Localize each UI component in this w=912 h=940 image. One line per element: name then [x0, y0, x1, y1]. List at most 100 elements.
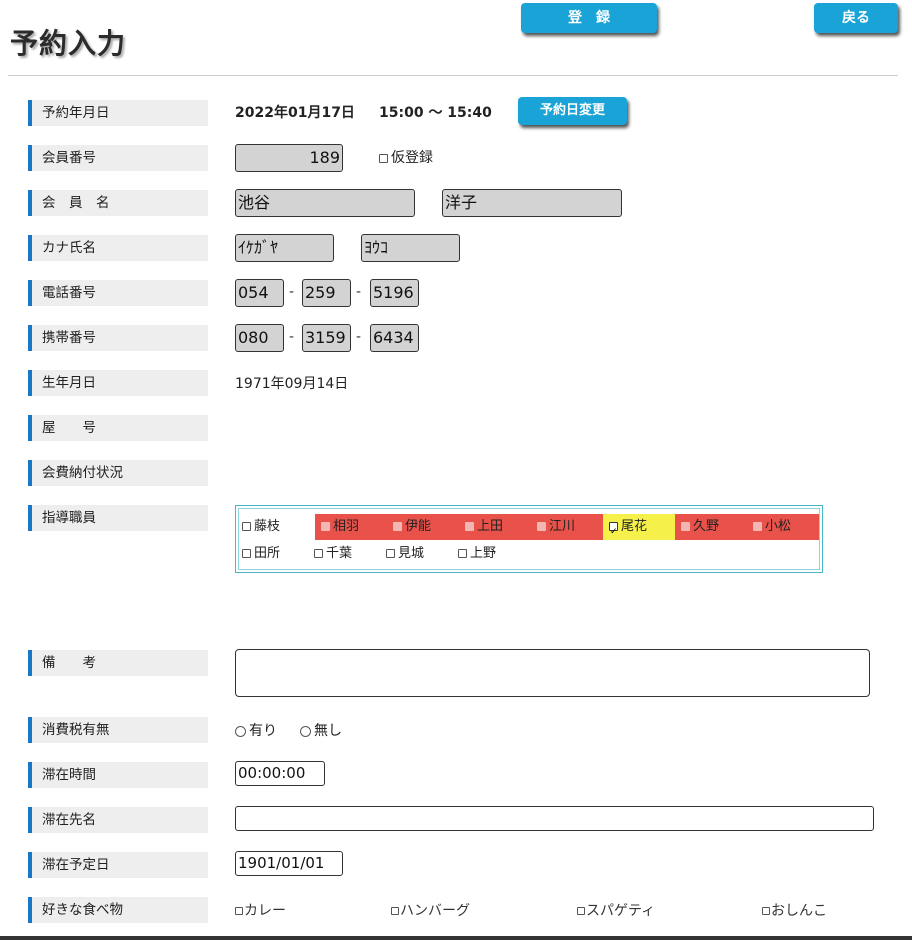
- header-divider: [8, 75, 898, 76]
- stay-place-label: 滞在先名: [28, 807, 208, 833]
- instructor-name: 上野: [470, 546, 497, 561]
- instructor-label: 指導職員: [28, 505, 208, 531]
- first-name-field[interactable]: 洋子: [442, 189, 622, 217]
- page-title: 予約入力: [10, 27, 127, 60]
- stay-place-field[interactable]: [235, 806, 874, 831]
- mobile-middle-field[interactable]: 3159: [302, 324, 351, 352]
- reservation-time: 15:00 〜 15:40: [379, 105, 492, 121]
- mobile-separator: -: [289, 329, 295, 345]
- instructor-name: 尾花: [621, 519, 648, 534]
- mobile-last-field[interactable]: 6434: [370, 324, 419, 352]
- checkbox-icon[interactable]: [393, 522, 402, 531]
- tax-label: 消費税有無: [28, 717, 208, 743]
- instructor-option[interactable]: 千葉: [308, 541, 380, 567]
- kana-last-field[interactable]: ｲｹｶﾞﾔ: [235, 234, 334, 262]
- instructor-name: 見城: [398, 546, 425, 561]
- stay-date-label: 滞在予定日: [28, 852, 208, 878]
- radio-icon[interactable]: [235, 725, 246, 737]
- radio-icon[interactable]: [300, 725, 311, 737]
- checkbox-checked-icon[interactable]: [609, 519, 618, 545]
- tax-no-radio[interactable]: 無し: [300, 720, 342, 740]
- tax-yes-radio[interactable]: 有り: [235, 720, 277, 740]
- instructor-option[interactable]: 藤枝: [236, 514, 315, 540]
- instructor-option[interactable]: 見城: [380, 541, 452, 567]
- tax-yes-label: 有り: [249, 723, 277, 739]
- taskbar-edge: [0, 936, 912, 940]
- checkbox-icon[interactable]: [762, 907, 770, 915]
- instructor-name: 相羽: [333, 519, 360, 534]
- instructor-selector: 藤枝 相羽 伊能 上田 江川 尾花 久野 小松 田所 千葉 見城 上野: [235, 505, 823, 573]
- checkbox-icon[interactable]: [242, 522, 251, 531]
- back-button[interactable]: 戻る: [814, 3, 898, 33]
- favorite-food-label: 好きな食べ物: [28, 897, 208, 923]
- food-option-hamburg[interactable]: ハンバーグ: [391, 900, 470, 920]
- checkbox-icon[interactable]: [235, 907, 243, 915]
- instructor-name: 伊能: [405, 519, 432, 534]
- checkbox-icon[interactable]: [379, 153, 388, 163]
- instructor-option[interactable]: 江川: [531, 514, 603, 540]
- remarks-textarea[interactable]: [235, 649, 870, 697]
- provisional-checkbox[interactable]: 仮登録: [379, 147, 433, 167]
- checkbox-icon[interactable]: [681, 522, 690, 531]
- birthday-value: 1971年09月14日: [235, 376, 349, 392]
- fee-status-label: 会費納付状況: [28, 460, 208, 486]
- kana-name-label: カナ氏名: [28, 235, 208, 261]
- provisional-label: 仮登録: [391, 150, 433, 166]
- checkbox-icon[interactable]: [391, 907, 399, 915]
- instructor-option[interactable]: 小松: [747, 514, 819, 540]
- kana-first-field[interactable]: ﾖｳｺ: [361, 234, 460, 262]
- instructor-name: 小松: [765, 519, 792, 534]
- reservation-date: 2022年01月17日: [235, 105, 355, 121]
- checkbox-icon[interactable]: [242, 549, 251, 558]
- checkbox-icon[interactable]: [458, 549, 467, 558]
- reservation-date-label: 予約年月日: [28, 100, 208, 126]
- instructor-option[interactable]: 久野: [675, 514, 747, 540]
- phone-last-field[interactable]: 5196: [370, 279, 419, 307]
- checkbox-icon[interactable]: [321, 522, 330, 531]
- checkbox-icon[interactable]: [577, 907, 585, 915]
- instructor-name: 江川: [549, 519, 576, 534]
- stay-time-field[interactable]: 00:00:00: [235, 761, 325, 786]
- change-date-button[interactable]: 予約日変更: [518, 97, 627, 125]
- food-label: おしんこ: [771, 903, 827, 919]
- food-option-oshinko[interactable]: おしんこ: [762, 900, 827, 920]
- register-button[interactable]: 登 録: [521, 3, 657, 33]
- last-name-field[interactable]: 池谷: [235, 189, 415, 217]
- instructor-option-selected[interactable]: 尾花: [603, 514, 675, 545]
- mobile-area-field[interactable]: 080: [235, 324, 284, 352]
- mobile-label: 携帯番号: [28, 325, 208, 351]
- instructor-name: 千葉: [326, 546, 353, 561]
- checkbox-icon[interactable]: [753, 522, 762, 531]
- instructor-option[interactable]: 上田: [459, 514, 531, 540]
- checkbox-icon[interactable]: [465, 522, 474, 531]
- member-no-field[interactable]: 189: [235, 144, 343, 172]
- instructor-option[interactable]: 伊能: [387, 514, 459, 540]
- food-label: ハンバーグ: [400, 903, 470, 919]
- phone-label: 電話番号: [28, 280, 208, 306]
- phone-separator: -: [289, 284, 295, 300]
- instructor-option[interactable]: 田所: [236, 541, 308, 567]
- instructor-option[interactable]: 相羽: [315, 514, 387, 540]
- stay-time-label: 滞在時間: [28, 762, 208, 788]
- tax-no-label: 無し: [314, 723, 342, 739]
- instructor-name: 久野: [693, 519, 720, 534]
- checkbox-icon[interactable]: [314, 549, 323, 558]
- member-no-label: 会員番号: [28, 145, 208, 171]
- phone-middle-field[interactable]: 259: [302, 279, 351, 307]
- checkbox-icon[interactable]: [386, 549, 395, 558]
- birthday-label: 生年月日: [28, 370, 208, 396]
- food-option-spaghetti[interactable]: スパゲティ: [577, 900, 655, 920]
- mobile-separator: -: [356, 329, 362, 345]
- food-option-curry[interactable]: カレー: [235, 900, 286, 920]
- phone-area-field[interactable]: 054: [235, 279, 284, 307]
- house-name-label: 屋 号: [28, 415, 208, 441]
- instructor-name: 上田: [477, 519, 504, 534]
- checkbox-icon[interactable]: [537, 522, 546, 531]
- stay-date-field[interactable]: 1901/01/01: [235, 851, 343, 876]
- instructor-name: 藤枝: [254, 519, 281, 534]
- member-name-label: 会 員 名: [28, 190, 208, 216]
- instructor-option[interactable]: 上野: [452, 541, 524, 567]
- instructor-name: 田所: [254, 546, 281, 561]
- remarks-label: 備 考: [28, 650, 208, 676]
- food-label: カレー: [244, 903, 286, 919]
